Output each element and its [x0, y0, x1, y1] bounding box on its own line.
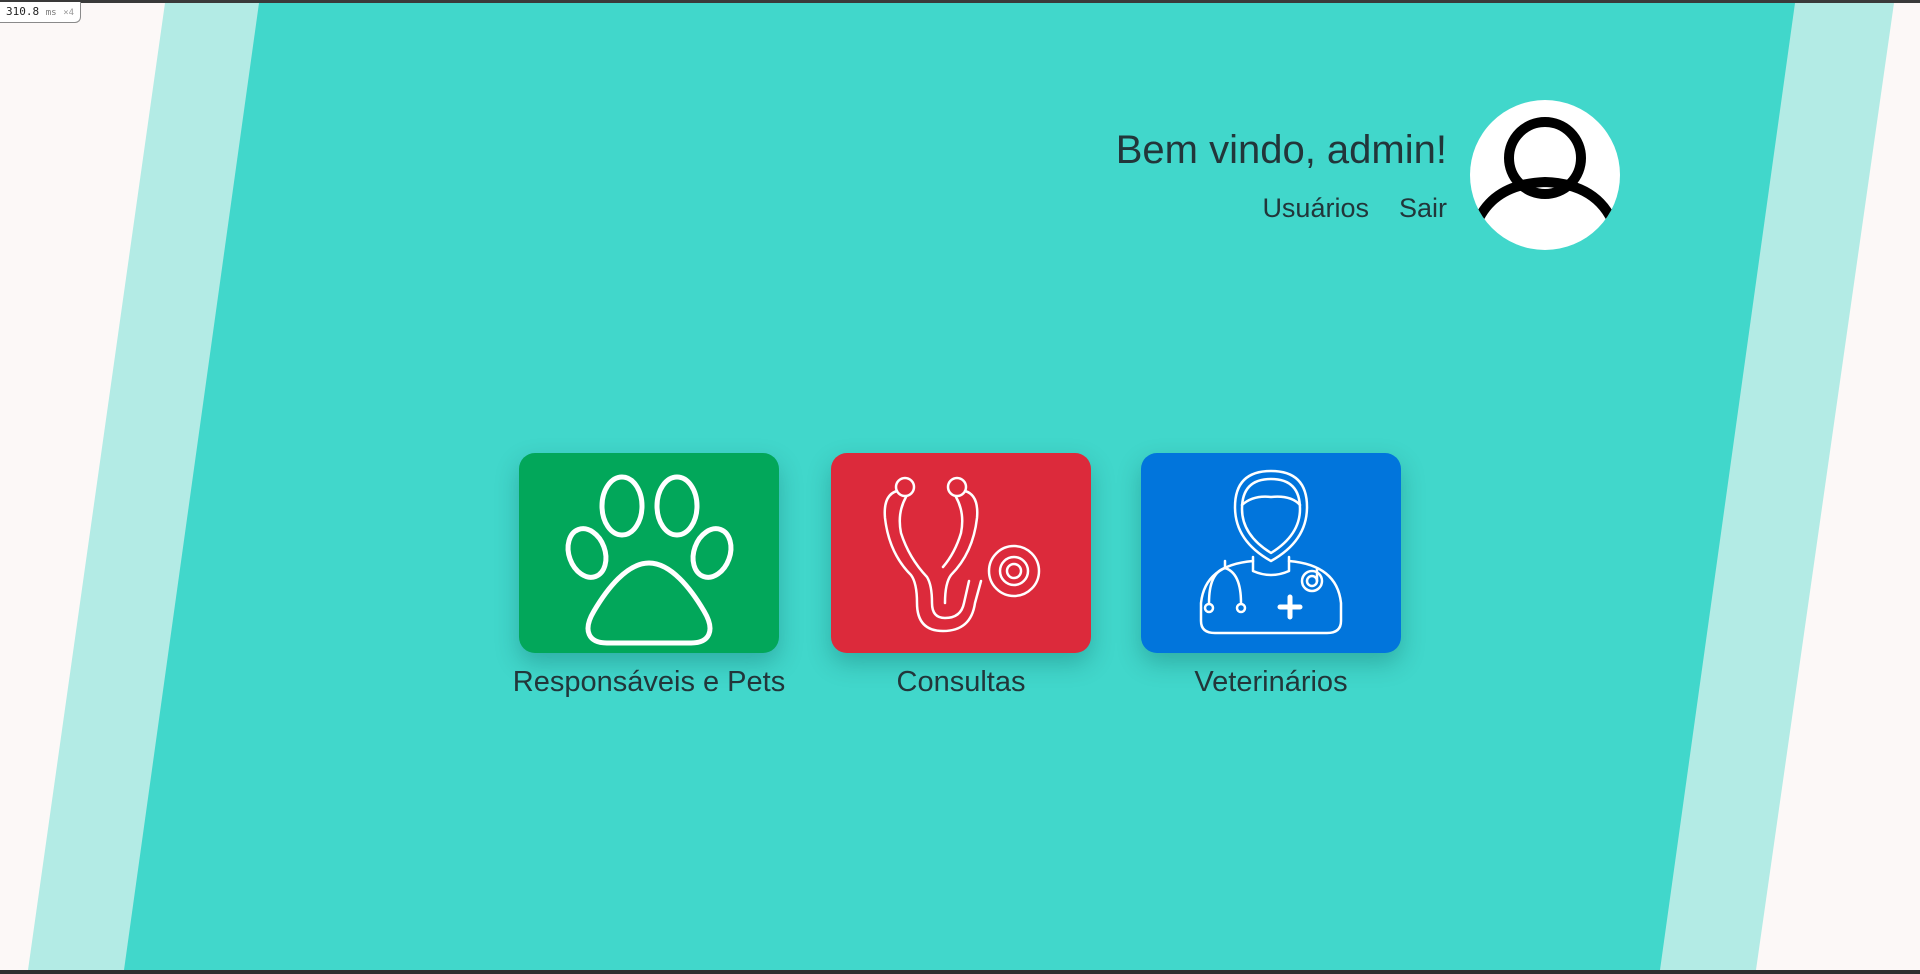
top-border — [0, 0, 1920, 3]
users-link[interactable]: Usuários — [1262, 193, 1369, 224]
perf-unit: ms — [45, 8, 57, 18]
performance-badge: 310.8 ms ×4 — [0, 2, 82, 23]
appointments-label[interactable]: Consultas — [801, 666, 1121, 699]
perf-value: 310.8 — [6, 5, 40, 18]
page: 310.8 ms ×4 Bem vindo, admin! Usuários S… — [0, 0, 1920, 974]
bottom-border — [0, 970, 1920, 974]
logout-link[interactable]: Sair — [1399, 193, 1447, 224]
appointments-tile[interactable] — [831, 453, 1091, 653]
veterinarians-label[interactable]: Veterinários — [1111, 666, 1431, 699]
avatar[interactable] — [1470, 100, 1620, 250]
user-links: Usuários Sair — [1262, 193, 1447, 224]
welcome-message: Bem vindo, admin! — [1115, 128, 1447, 172]
owners-pets-label[interactable]: Responsáveis e Pets — [489, 666, 809, 699]
paw-icon — [565, 474, 734, 646]
owners-pets-tile[interactable] — [519, 453, 779, 653]
stethoscope-icon — [883, 476, 1041, 633]
user-silhouette-icon — [1471, 117, 1619, 230]
perf-multiplier: ×4 — [63, 8, 75, 18]
veterinarian-icon — [1199, 469, 1343, 635]
veterinarians-tile[interactable] — [1141, 453, 1401, 653]
